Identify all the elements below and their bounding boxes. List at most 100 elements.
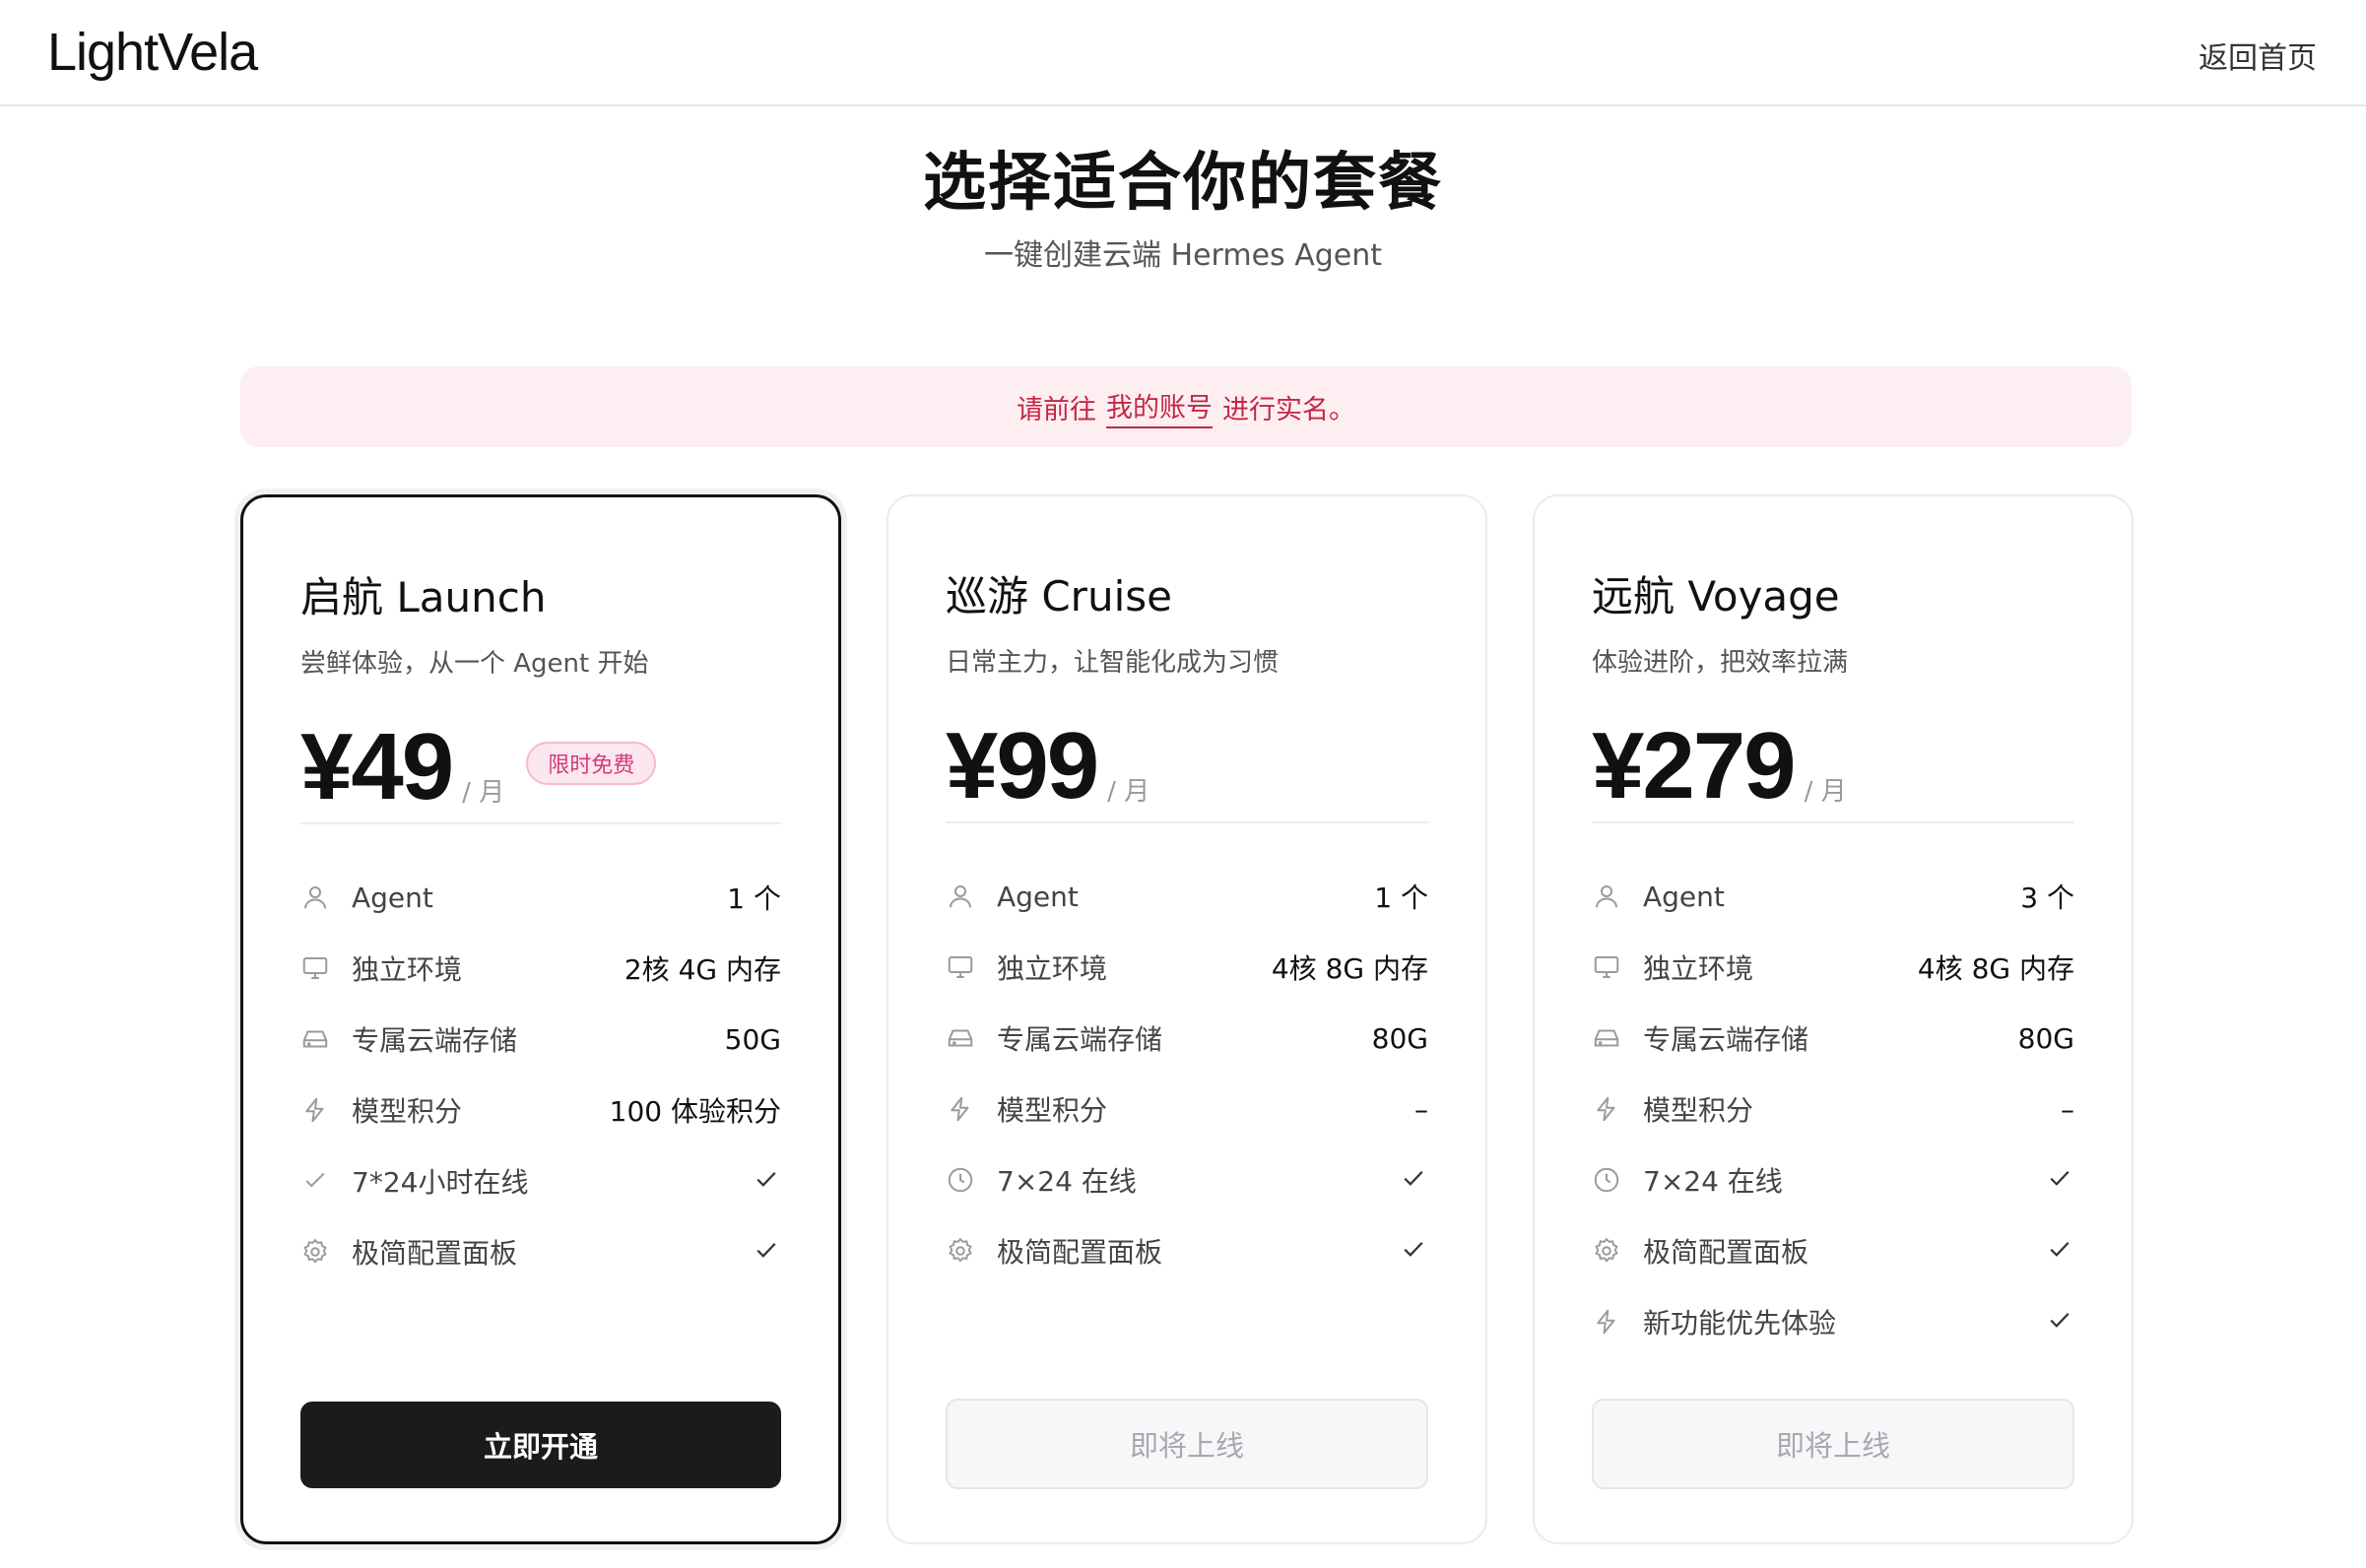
feature-label-group: 7×24 在线 [946,1160,1137,1200]
feature-label-group: 极简配置面板 [1592,1231,1808,1271]
feature-value: 80G [2017,1021,2074,1055]
price-period: / 月 [1107,777,1150,807]
feature-row: 独立环境 4核 8G 内存 [1592,932,2074,1003]
verification-notice: 请前往 我的账号 进行实名。 [240,366,2132,447]
feature-value: 1 个 [1374,882,1428,914]
feature-value: 80G [1371,1021,1428,1055]
feature-label: 独立环境 [1643,952,1754,985]
feature-label-group: 模型积分 [1592,1089,1753,1129]
user-icon [1592,882,1621,911]
feature-label-group: 独立环境 [1592,947,1753,987]
plan-name: 启航 Launch [300,573,547,621]
feature-label-group: 极简配置面板 [946,1231,1162,1271]
feature-row: 极简配置面板 [300,1216,781,1287]
back-home-link[interactable]: 返回首页 [2199,33,2317,77]
feature-label: 专属云端存储 [997,1023,1163,1056]
checkmark-icon [2045,1163,2074,1197]
feature-label-group: 专属云端存储 [1592,1018,1808,1058]
feature-label-group: 独立环境 [946,947,1107,987]
feature-label-group: 7×24 在线 [1592,1160,1783,1200]
feature-value: 50G [724,1022,781,1056]
feature-label: 新功能优先体验 [1643,1307,1837,1339]
feature-label-group: 模型积分 [946,1089,1107,1129]
plan-card-launch: 启航 Launch 尝鲜体验，从一个 Agent 开始 ¥49 / 月 限时免费… [240,494,841,1544]
price-row: ¥49 / 月 限时免费 [300,706,657,819]
bolt-icon [1592,1307,1621,1337]
feature-row: 7*24小时在线 [300,1145,781,1216]
feature-label: Agent [997,880,1079,913]
plan-name: 巡游 Cruise [946,572,1172,621]
feature-value: 4核 8G 内存 [1917,952,2074,985]
feature-label: 专属云端存储 [1643,1023,1809,1056]
bolt-icon [1592,1094,1621,1124]
feature-list: Agent 1 个独立环境 4核 8G 内存专属云端存储 80G 模型积分 – 7×24 在… [946,861,1428,1286]
feature-label-group: Agent [300,882,433,914]
gear-icon [300,1237,330,1267]
price-period: / 月 [1804,777,1847,807]
feature-label: Agent [352,881,433,914]
drive-icon [1592,1023,1621,1053]
bolt-icon [300,1095,330,1125]
feature-label: 极简配置面板 [1643,1236,1809,1269]
checkmark-icon [2045,1305,2074,1339]
notice-text-before: 请前往 [1017,394,1096,425]
feature-label: 模型积分 [1643,1094,1754,1127]
check-small-icon [300,1166,330,1196]
feature-label-group: 专属云端存储 [946,1018,1162,1058]
divider [946,821,1428,823]
plan-price: ¥49 [300,714,454,819]
price-period: / 月 [462,778,505,808]
user-icon [300,882,330,912]
checkmark-icon [752,1164,781,1198]
feature-label-group: Agent [1592,881,1725,913]
feature-label: Agent [1643,880,1725,913]
coming-soon-button[interactable]: 即将上线 [946,1399,1428,1489]
feature-value: – [1414,1092,1428,1126]
monitor-icon [300,953,330,983]
feature-label-group: 专属云端存储 [300,1019,517,1059]
feature-value: 100 体验积分 [609,1095,781,1128]
price-row: ¥99 / 月 [946,705,1150,814]
my-account-link[interactable]: 我的账号 [1106,386,1213,428]
feature-row: 模型积分 100 体验积分 [300,1075,781,1145]
feature-label: 独立环境 [997,952,1108,985]
feature-label-group: 极简配置面板 [300,1232,517,1272]
feature-value: 2核 4G 内存 [624,953,781,986]
feature-row: Agent 3 个 [1592,861,2074,932]
feature-label: 极简配置面板 [997,1236,1163,1269]
top-header: LightVela 返回首页 [0,0,2366,106]
brand-logo[interactable]: LightVela [47,22,258,83]
page-title: 选择适合你的套餐 [923,147,1443,220]
feature-label: 专属云端存储 [352,1024,518,1057]
drive-icon [300,1024,330,1054]
clock-icon [1592,1165,1621,1195]
feature-row: 极简配置面板 [946,1215,1428,1286]
divider [300,822,781,824]
plan-description: 体验进阶，把效率拉满 [1592,648,1849,678]
feature-label: 模型积分 [997,1094,1108,1127]
free-badge: 限时免费 [526,742,657,785]
coming-soon-button[interactable]: 即将上线 [1592,1399,2074,1489]
plan-description: 尝鲜体验，从一个 Agent 开始 [300,649,649,679]
feature-value: – [2061,1092,2074,1126]
subscribe-button[interactable]: 立即开通 [300,1402,781,1488]
feature-value: 1 个 [727,882,781,915]
feature-row: Agent 1 个 [300,862,781,933]
feature-row: 模型积分 – [946,1074,1428,1144]
feature-label-group: 独立环境 [300,948,462,988]
page-subtitle: 一键创建云端 Hermes Agent [983,238,1382,273]
feature-label-group: Agent [946,881,1079,913]
plan-card-cruise: 巡游 Cruise 日常主力，让智能化成为习惯 ¥99 / 月 Agent 1 个… [887,494,1487,1544]
checkmark-icon [2045,1234,2074,1268]
feature-row: 专属云端存储 80G [946,1003,1428,1074]
drive-icon [946,1023,975,1053]
clock-icon [946,1165,975,1195]
notice-text-after: 进行实名。 [1222,394,1355,425]
price-row: ¥279 / 月 [1592,705,1847,814]
feature-value: 4核 8G 内存 [1271,952,1428,985]
plan-description: 日常主力，让智能化成为习惯 [946,648,1280,678]
feature-label: 7*24小时在线 [352,1166,529,1199]
divider [1592,821,2074,823]
feature-list: Agent 1 个独立环境 2核 4G 内存专属云端存储 50G 模型积分 100 体验积… [300,862,781,1287]
plan-price: ¥279 [1592,713,1797,818]
